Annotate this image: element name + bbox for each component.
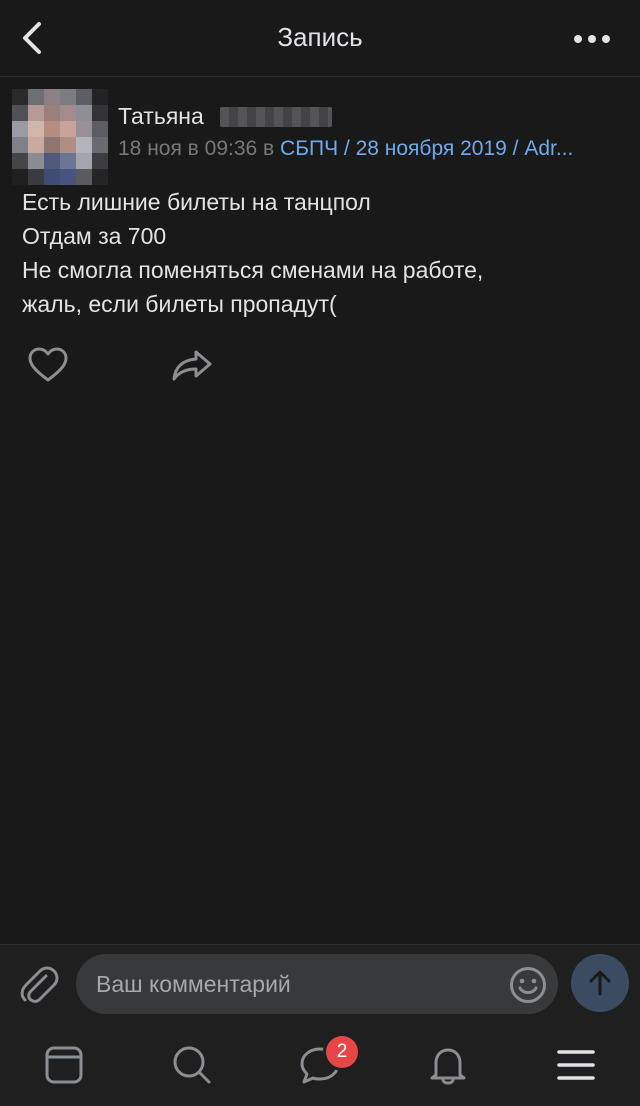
blurred-surname [220,107,332,127]
post-text-line: Не смогла поменяться сменами на работе, [22,257,484,283]
bottom-tab-bar: 2 [0,1025,640,1106]
post-text-line: Есть лишние билеты на танцпол [22,189,371,215]
like-button[interactable] [26,345,70,385]
feed-icon [45,1046,83,1084]
search-icon [173,1046,211,1084]
share-button[interactable] [170,345,214,385]
comment-composer [0,944,640,1025]
post-text-line: Отдам за 700 [22,223,167,249]
tab-search[interactable] [170,1043,214,1087]
tab-menu[interactable] [554,1043,598,1087]
menu-icon [557,1050,595,1080]
bell-icon [430,1048,466,1085]
author-name[interactable]: Татьяна [118,103,204,130]
page-title: Запись [277,22,363,52]
attach-button[interactable] [16,963,60,1007]
paperclip-icon [20,966,59,1003]
top-bar: Запись [0,0,640,77]
send-button[interactable] [571,954,629,1012]
more-horizontal-icon [574,35,610,43]
post-text: Есть лишние билеты на танцпол Отдам за 7… [22,185,622,321]
tab-notifications[interactable] [426,1043,470,1087]
tab-feed[interactable] [42,1043,86,1087]
smile-icon [510,967,546,1003]
post-text-line: жаль, если билеты пропадут( [22,291,337,317]
context-link[interactable]: СБПЧ / 28 ноября 2019 / Adr... [280,137,573,160]
arrow-up-icon [589,970,611,996]
emoji-button[interactable] [508,965,548,1005]
comment-input[interactable] [76,954,558,1014]
heart-icon [28,347,68,382]
more-button[interactable] [570,26,614,52]
avatar[interactable] [12,89,108,185]
post-meta: 18 ноя в 09:36 в СБПЧ / 28 ноября 2019 /… [118,137,623,161]
messages-badge: 2 [326,1036,358,1068]
share-icon [172,350,212,381]
post-date: 18 ноя в 09:36 в [118,137,281,160]
